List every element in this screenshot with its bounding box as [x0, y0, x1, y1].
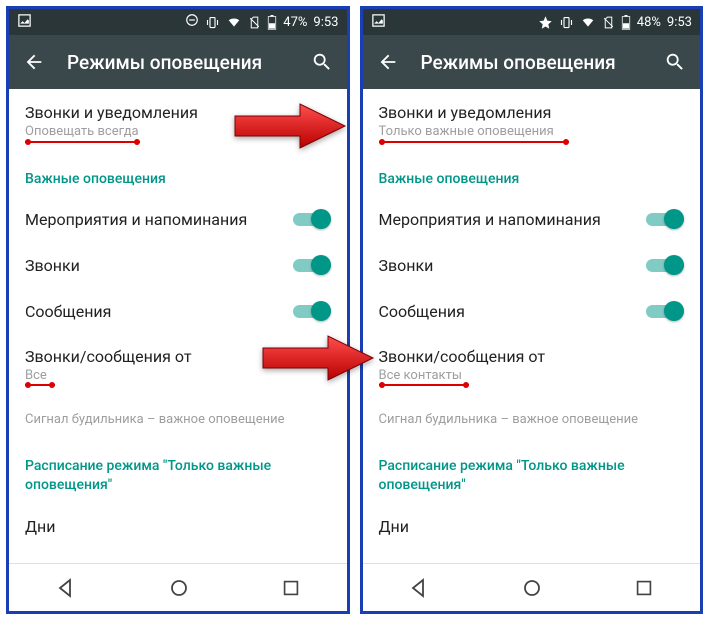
no-sim-icon [248, 15, 261, 30]
highlight-underline [379, 384, 469, 386]
battery-icon [267, 15, 277, 30]
nav-bar [9, 563, 347, 611]
back-icon[interactable] [377, 51, 399, 73]
toggle-on[interactable] [293, 255, 331, 275]
calls-item[interactable]: Звонки [25, 241, 331, 287]
star-icon [538, 15, 553, 30]
page-title: Режимы оповещения [421, 51, 643, 74]
battery-pct: 48% [637, 15, 661, 30]
dual-screenshot-container: 47% 9:53 Режимы оповещения Звонки и увед… [0, 0, 709, 620]
highlight-underline [25, 384, 55, 386]
section-priority: Важные оповещения [379, 155, 685, 195]
days-item[interactable]: Дни [25, 503, 331, 536]
messages-item[interactable]: Сообщения [25, 287, 331, 333]
days-item[interactable]: Дни [379, 503, 685, 536]
alarm-note: Сигнал будильника – важное оповещение [379, 398, 685, 441]
back-icon[interactable] [23, 51, 45, 73]
wifi-icon [580, 15, 596, 29]
arrow-annotation [230, 98, 350, 154]
search-icon[interactable] [664, 51, 686, 73]
toggle-on[interactable] [293, 209, 331, 229]
battery-pct: 47% [283, 15, 307, 30]
nav-recent-icon[interactable] [280, 577, 302, 599]
app-bar: Режимы оповещения [9, 35, 347, 89]
calls-item[interactable]: Звонки [379, 241, 685, 287]
settings-list: Звонки и уведомления Оповещать всегда Ва… [9, 89, 347, 536]
page-title: Режимы оповещения [67, 51, 289, 74]
clock: 9:53 [667, 15, 692, 30]
nav-bar [363, 563, 701, 611]
status-bar: 47% 9:53 [9, 9, 347, 35]
wifi-icon [226, 15, 242, 29]
clock: 9:53 [313, 15, 338, 30]
battery-icon [621, 15, 631, 30]
toggle-on[interactable] [646, 301, 684, 321]
toggle-on[interactable] [293, 301, 331, 321]
section-schedule: Расписание режима "Только важные оповеще… [379, 441, 685, 503]
picture-icon [371, 13, 386, 28]
vibrate-icon [205, 15, 220, 30]
alarm-note: Сигнал будильника – важное оповещение [25, 398, 331, 441]
messages-item[interactable]: Сообщения [379, 287, 685, 333]
events-reminders-item[interactable]: Мероприятия и напоминания [379, 195, 685, 241]
no-sim-icon [602, 15, 615, 30]
highlight-underline [379, 141, 569, 143]
phone-right: 48% 9:53 Режимы оповещения Звонки и увед… [360, 6, 704, 614]
nav-home-icon[interactable] [520, 576, 544, 600]
settings-list: Звонки и уведомления Только важные опове… [363, 89, 701, 536]
calls-messages-from-item[interactable]: Звонки/сообщения от Все контакты [379, 333, 685, 398]
nav-back-icon[interactable] [407, 576, 431, 600]
arrow-annotation [258, 330, 378, 386]
dnd-icon [185, 13, 199, 31]
vibrate-icon [559, 15, 574, 30]
events-reminders-item[interactable]: Мероприятия и напоминания [25, 195, 331, 241]
nav-home-icon[interactable] [167, 576, 191, 600]
search-icon[interactable] [311, 51, 333, 73]
nav-recent-icon[interactable] [633, 577, 655, 599]
nav-back-icon[interactable] [54, 576, 78, 600]
toggle-on[interactable] [646, 209, 684, 229]
calls-and-notifications-item[interactable]: Звонки и уведомления Только важные опове… [379, 89, 685, 155]
status-bar: 48% 9:53 [363, 9, 701, 35]
highlight-underline [25, 141, 140, 143]
section-priority: Важные оповещения [25, 155, 331, 195]
picture-icon [17, 13, 32, 28]
toggle-on[interactable] [646, 255, 684, 275]
section-schedule: Расписание режима "Только важные оповеще… [25, 441, 331, 503]
app-bar: Режимы оповещения [363, 35, 701, 89]
